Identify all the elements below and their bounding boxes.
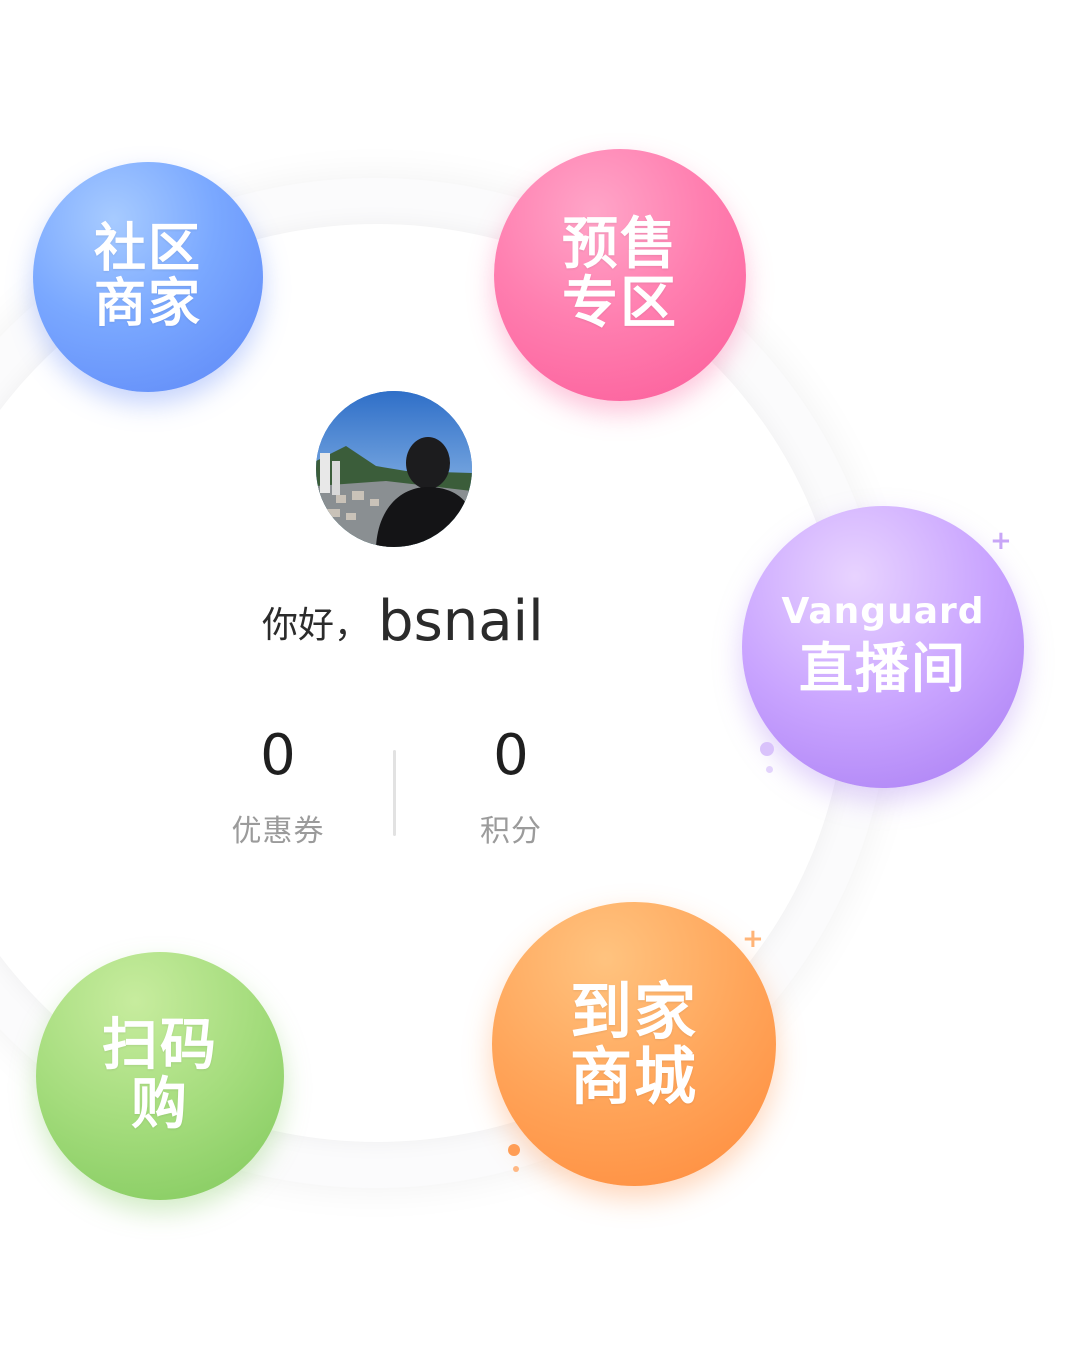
decor-dot: [508, 1144, 520, 1156]
live-room-button[interactable]: Vanguard 直播间: [742, 506, 1024, 788]
coupon-label: 优惠券: [231, 814, 325, 849]
points-stat[interactable]: 0 积分: [426, 728, 596, 850]
coupon-count: 0: [260, 723, 296, 788]
user-avatar[interactable]: [316, 391, 472, 547]
scan-to-buy-button[interactable]: 扫码 购: [36, 952, 284, 1200]
sparkle-icon: +: [742, 924, 764, 954]
member-home-screen: 你好， bsnail 0 优惠券 0 积分 社区 商家 预售 专区 Vangua…: [0, 0, 1080, 1346]
home-delivery-mall-label-line2: 商城: [569, 1040, 698, 1113]
live-room-brand: Vanguard: [781, 590, 985, 632]
community-merchants-button[interactable]: 社区 商家: [33, 162, 263, 392]
home-delivery-mall-label-line1: 到家: [569, 974, 698, 1048]
live-room-title: 直播间: [799, 637, 967, 701]
presale-zone-label-line2: 专区: [562, 271, 678, 336]
scan-to-buy-label-line2: 购: [131, 1072, 189, 1137]
home-delivery-mall-button[interactable]: 到家 商城: [492, 902, 776, 1186]
greeting-text: 你好，: [262, 605, 371, 646]
avatar-photo-icon: [316, 391, 472, 547]
decor-dot: [760, 742, 774, 756]
username: bsnail: [378, 589, 544, 654]
coupon-stat[interactable]: 0 优惠券: [193, 728, 363, 850]
decor-dot: [766, 766, 773, 773]
community-merchants-label-line2: 商家: [93, 274, 202, 334]
scan-to-buy-label-line1: 扫码: [102, 1013, 218, 1079]
points-count: 0: [493, 723, 529, 788]
points-label: 积分: [480, 814, 542, 849]
presale-zone-button[interactable]: 预售 专区: [494, 149, 746, 401]
community-merchants-label-line1: 社区: [93, 219, 202, 280]
stats-divider: [393, 750, 396, 836]
presale-zone-label-line1: 预售: [562, 212, 678, 278]
greeting: 你好， bsnail: [262, 580, 544, 650]
decor-dot: [513, 1166, 519, 1172]
sparkle-icon: +: [990, 526, 1012, 556]
